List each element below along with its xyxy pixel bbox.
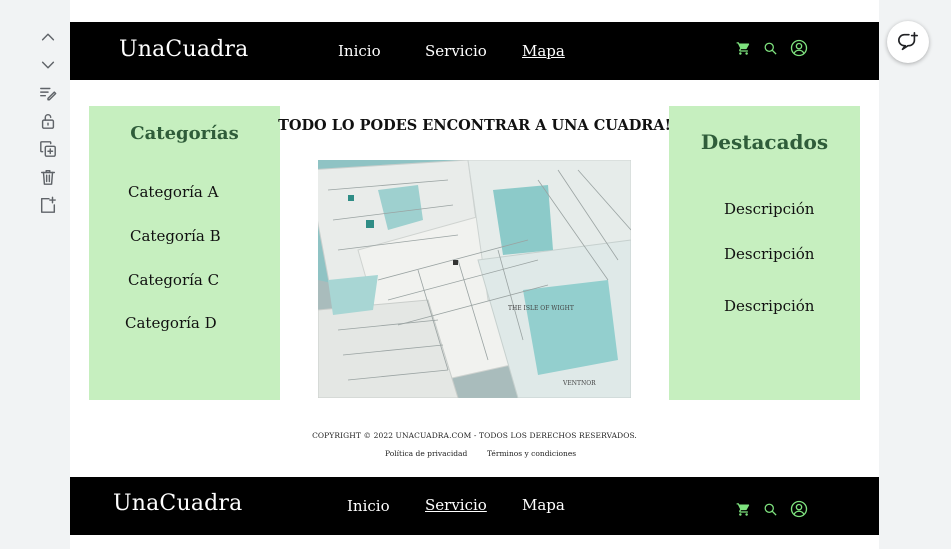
maps-image: THE ISLE OF WIGHT VENTNOR (318, 160, 631, 398)
chevron-up-icon[interactable] (37, 26, 59, 48)
trash-icon[interactable] (37, 166, 59, 188)
brand-logo[interactable]: UnaCuadra (119, 37, 248, 62)
top-navbar: UnaCuadra Inicio Servicio Mapa (70, 22, 879, 80)
edit-icon[interactable] (37, 82, 59, 104)
editor-toolbar (34, 26, 62, 216)
add-section-icon[interactable] (37, 194, 59, 216)
terms-link[interactable]: Términos y condiciones (487, 449, 576, 458)
user-icon[interactable] (790, 500, 808, 522)
add-comment-button[interactable] (887, 21, 929, 63)
category-item[interactable]: Categoría D (125, 314, 217, 332)
cart-icon[interactable] (736, 502, 751, 521)
search-icon[interactable] (763, 41, 778, 60)
page-canvas: UnaCuadra Inicio Servicio Mapa Categoría… (70, 0, 879, 549)
nav-servicio[interactable]: Servicio (425, 42, 487, 60)
bottom-navbar: UnaCuadra Inicio Servicio Mapa (70, 477, 879, 535)
user-icon[interactable] (790, 39, 808, 61)
search-icon[interactable] (763, 502, 778, 521)
duplicate-icon[interactable] (37, 138, 59, 160)
featured-item[interactable]: Descripción (724, 245, 814, 263)
footer-icons (736, 500, 808, 522)
add-comment-icon (898, 32, 918, 51)
category-item[interactable]: Categoría A (128, 183, 218, 201)
nav-servicio[interactable]: Servicio (425, 496, 487, 514)
brand-logo[interactable]: UnaCuadra (113, 491, 242, 516)
featured-title: Destacados (700, 130, 829, 154)
header-icons (736, 39, 808, 61)
svg-text:THE ISLE OF WIGHT: THE ISLE OF WIGHT (508, 305, 574, 312)
cart-icon[interactable] (736, 41, 751, 60)
category-item[interactable]: Categoría B (130, 227, 221, 245)
chevron-down-icon[interactable] (37, 54, 59, 76)
featured-item[interactable]: Descripción (724, 297, 814, 315)
nav-inicio[interactable]: Inicio (347, 497, 390, 515)
unlock-icon[interactable] (37, 110, 59, 132)
copyright-text: COPYRIGHT © 2022 UNACUADRA.COM - TODOS L… (312, 431, 637, 440)
featured-panel: Destacados Descripción Descripción Descr… (669, 106, 860, 400)
categories-panel: Categorías Categoría A Categoría B Categ… (89, 106, 280, 400)
featured-item[interactable]: Descripción (724, 200, 814, 218)
nav-mapa[interactable]: Mapa (522, 42, 565, 60)
svg-text:VENTNOR: VENTNOR (562, 380, 596, 387)
privacy-link[interactable]: Política de privacidad (385, 449, 467, 458)
nav-inicio[interactable]: Inicio (338, 42, 381, 60)
category-item[interactable]: Categoría C (128, 271, 219, 289)
nav-mapa[interactable]: Mapa (522, 496, 565, 514)
